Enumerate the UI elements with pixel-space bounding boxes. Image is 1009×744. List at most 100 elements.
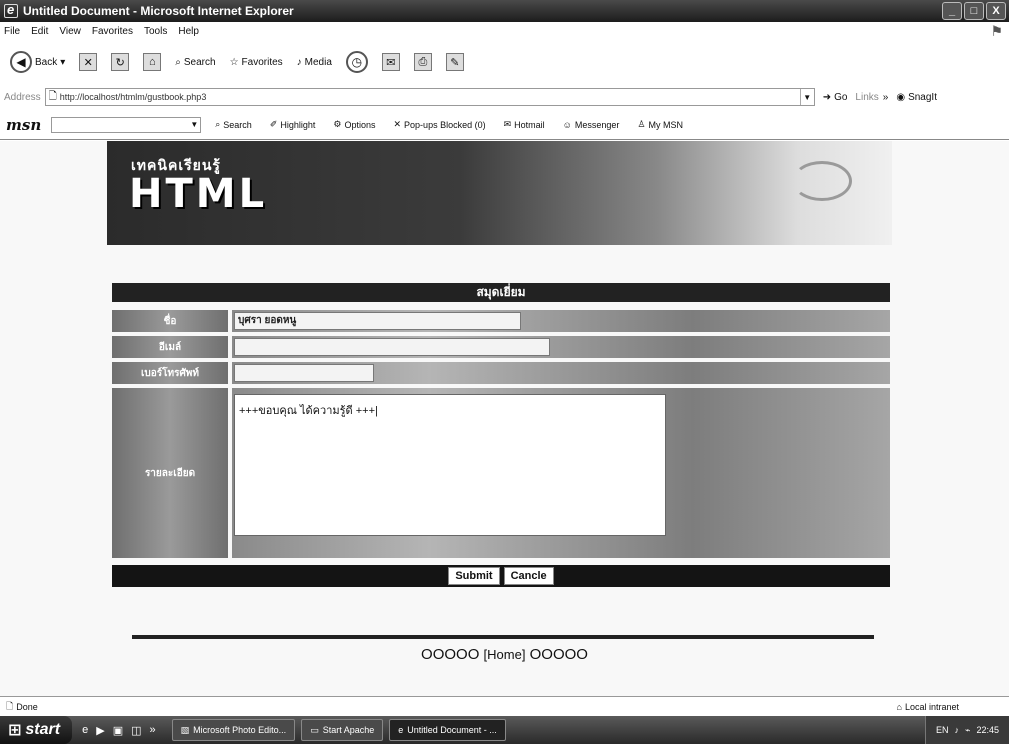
email-cell xyxy=(232,336,890,358)
ie-task-icon: e xyxy=(398,725,404,735)
history-button[interactable]: ◷ xyxy=(342,49,372,75)
title-bar: Untitled Document - Microsoft Internet E… xyxy=(0,0,1009,22)
stop-button[interactable]: ✕ xyxy=(75,51,101,73)
go-label: Go xyxy=(834,91,848,103)
my-msn-label: My MSN xyxy=(648,119,683,130)
details-textarea[interactable]: +++ขอบคุณ ได้ความรู้ดี +++| xyxy=(234,394,666,536)
task-photo-editor[interactable]: ▧ Microsoft Photo Edito... xyxy=(171,719,296,741)
refresh-button[interactable]: ↻ xyxy=(107,51,133,73)
quick-launch: e ▶ ▣ ◫ » xyxy=(72,724,166,737)
favorites-button[interactable]: ☆ Favorites xyxy=(226,55,287,70)
media-button[interactable]: ♪ Media xyxy=(293,55,336,70)
minimize-button[interactable]: _ xyxy=(942,2,962,20)
go-arrow-icon: ➜ xyxy=(822,91,832,103)
media-label: Media xyxy=(304,56,332,68)
photo-editor-icon: ▧ xyxy=(180,724,190,735)
back-button[interactable]: ◀ Back ▾ xyxy=(6,49,69,75)
msn-search-input[interactable]: ▼ xyxy=(51,116,202,133)
address-dropdown-icon[interactable]: ▼ xyxy=(799,89,814,105)
name-input[interactable]: บุศรา ยอดหนู xyxy=(234,312,521,330)
messenger-label: Messenger xyxy=(574,119,620,130)
guestbook-form: สมุดเยี่ยม ชื่อ บุศรา ยอดหนู อีเมล์ เบอร… xyxy=(112,283,890,589)
home-link[interactable]: [Home] xyxy=(484,647,526,662)
language-indicator[interactable]: EN xyxy=(936,725,949,735)
address-label: Address xyxy=(4,91,41,103)
edit-icon: ✎ xyxy=(445,53,464,71)
phone-label: เบอร์โทรศัพท์ xyxy=(112,362,228,384)
back-arrow-icon: ◀ xyxy=(10,51,32,73)
phone-row: เบอร์โทรศัพท์ xyxy=(112,362,890,384)
banner-title: HTML xyxy=(129,171,268,217)
close-button[interactable]: X xyxy=(986,2,1006,20)
media-icon: ♪ xyxy=(296,56,302,68)
address-input[interactable]: 🗋 http://localhost/htmlm/gustbook.php3 ▼ xyxy=(44,88,815,106)
name-label: ชื่อ xyxy=(112,310,228,332)
phone-cell xyxy=(232,362,890,384)
favorites-label: Favorites xyxy=(241,56,283,68)
volume-icon[interactable]: ♪ xyxy=(955,725,960,735)
search-button[interactable]: ⌕ Search xyxy=(171,55,219,70)
page-icon: 🗋 xyxy=(48,90,57,102)
hotmail-button[interactable]: ✉ Hotmail xyxy=(500,117,549,132)
ie-quicklaunch-icon[interactable]: e xyxy=(82,724,88,737)
phone-input[interactable] xyxy=(234,364,374,382)
maximize-button[interactable]: □ xyxy=(964,2,984,20)
chevron-right-icon[interactable]: » xyxy=(883,92,889,103)
status-bar: 🗋 Done ⌂ Local intranet xyxy=(0,696,1009,716)
window-controls: _ □ X xyxy=(942,2,1006,20)
site-banner: เทคนิคเรียนรู้ HTML xyxy=(107,141,892,245)
footer-divider xyxy=(132,635,874,639)
start-button[interactable]: ⊞ start xyxy=(0,716,73,744)
menu-file[interactable]: File xyxy=(4,26,20,37)
options-icon: ⚙ xyxy=(333,119,342,129)
star-icon: ☆ xyxy=(229,56,239,68)
email-input[interactable] xyxy=(234,338,550,356)
page-viewport[interactable]: เทคนิคเรียนรู้ HTML สมุดเยี่ยม ชื่อ บุศร… xyxy=(0,141,1009,696)
snagit-button[interactable]: ◉ SnagIt xyxy=(892,90,941,105)
submit-button[interactable]: Submit xyxy=(448,567,500,585)
highlight-button[interactable]: ✐ Highlight xyxy=(266,117,320,132)
task-untitled-document[interactable]: e Untitled Document - ... xyxy=(389,719,506,741)
menu-help[interactable]: Help xyxy=(178,26,199,37)
standard-toolbar: ◀ Back ▾ ✕ ↻ ⌂ ⌕ Search ☆ Favorites ♪ Me… xyxy=(0,40,1009,84)
links-label[interactable]: Links xyxy=(855,92,878,103)
network-icon[interactable]: ⌁ xyxy=(965,725,970,736)
cancel-button[interactable]: Cancle xyxy=(503,567,554,585)
home-button[interactable]: ⌂ xyxy=(139,51,165,73)
my-msn-button[interactable]: ♙ My MSN xyxy=(633,117,687,132)
go-button[interactable]: ➜ Go xyxy=(819,90,852,105)
start-label: start xyxy=(25,721,61,738)
msn-search-button[interactable]: ⌕ Search xyxy=(211,117,256,132)
media-player-icon[interactable]: ▶ xyxy=(96,724,104,737)
popups-blocked-button[interactable]: ✕ Pop-ups Blocked (0) xyxy=(390,117,490,132)
mail-button[interactable]: ✉ xyxy=(378,51,404,73)
menu-tools[interactable]: Tools xyxy=(144,26,167,37)
menu-edit[interactable]: Edit xyxy=(31,26,48,37)
task-start-apache[interactable]: ▭ Start Apache xyxy=(301,719,384,741)
form-buttons: Submit Cancle xyxy=(112,565,890,587)
snagit-icon: ◉ xyxy=(896,91,906,103)
quicklaunch-chevron-icon[interactable]: » xyxy=(150,724,156,737)
print-button[interactable]: ⎙ xyxy=(410,51,436,73)
msn-logo[interactable]: msn xyxy=(6,116,41,134)
windows-flag-icon: ⚑ xyxy=(990,23,1003,39)
options-button[interactable]: ⚙ Options xyxy=(329,117,379,132)
intranet-icon: ⌂ xyxy=(896,701,902,712)
footer-left-decoration: OOOOO xyxy=(421,646,480,663)
messenger-icon: ☺ xyxy=(562,119,572,130)
edit-button[interactable]: ✎ xyxy=(442,51,468,73)
messenger-button[interactable]: ☺ Messenger xyxy=(559,118,624,132)
email-label: อีเมล์ xyxy=(112,336,228,358)
popups-label: Pop-ups Blocked (0) xyxy=(404,119,486,130)
msn-search-label: Search xyxy=(223,119,252,130)
menu-view[interactable]: View xyxy=(59,26,81,37)
clock[interactable]: 22:45 xyxy=(976,725,999,735)
menu-favorites[interactable]: Favorites xyxy=(92,26,133,37)
explorer-icon[interactable]: ▣ xyxy=(113,724,123,737)
console-icon: ▭ xyxy=(310,724,319,735)
msn-toolbar: msn ▼ ⌕ Search ✐ Highlight ⚙ Options ✕ P… xyxy=(0,110,1009,140)
desktop-icon[interactable]: ◫ xyxy=(131,724,141,737)
msn-dropdown-icon[interactable]: ▼ xyxy=(190,120,198,129)
search-label: Search xyxy=(183,56,216,68)
name-row: ชื่อ บุศรา ยอดหนู xyxy=(112,310,890,332)
